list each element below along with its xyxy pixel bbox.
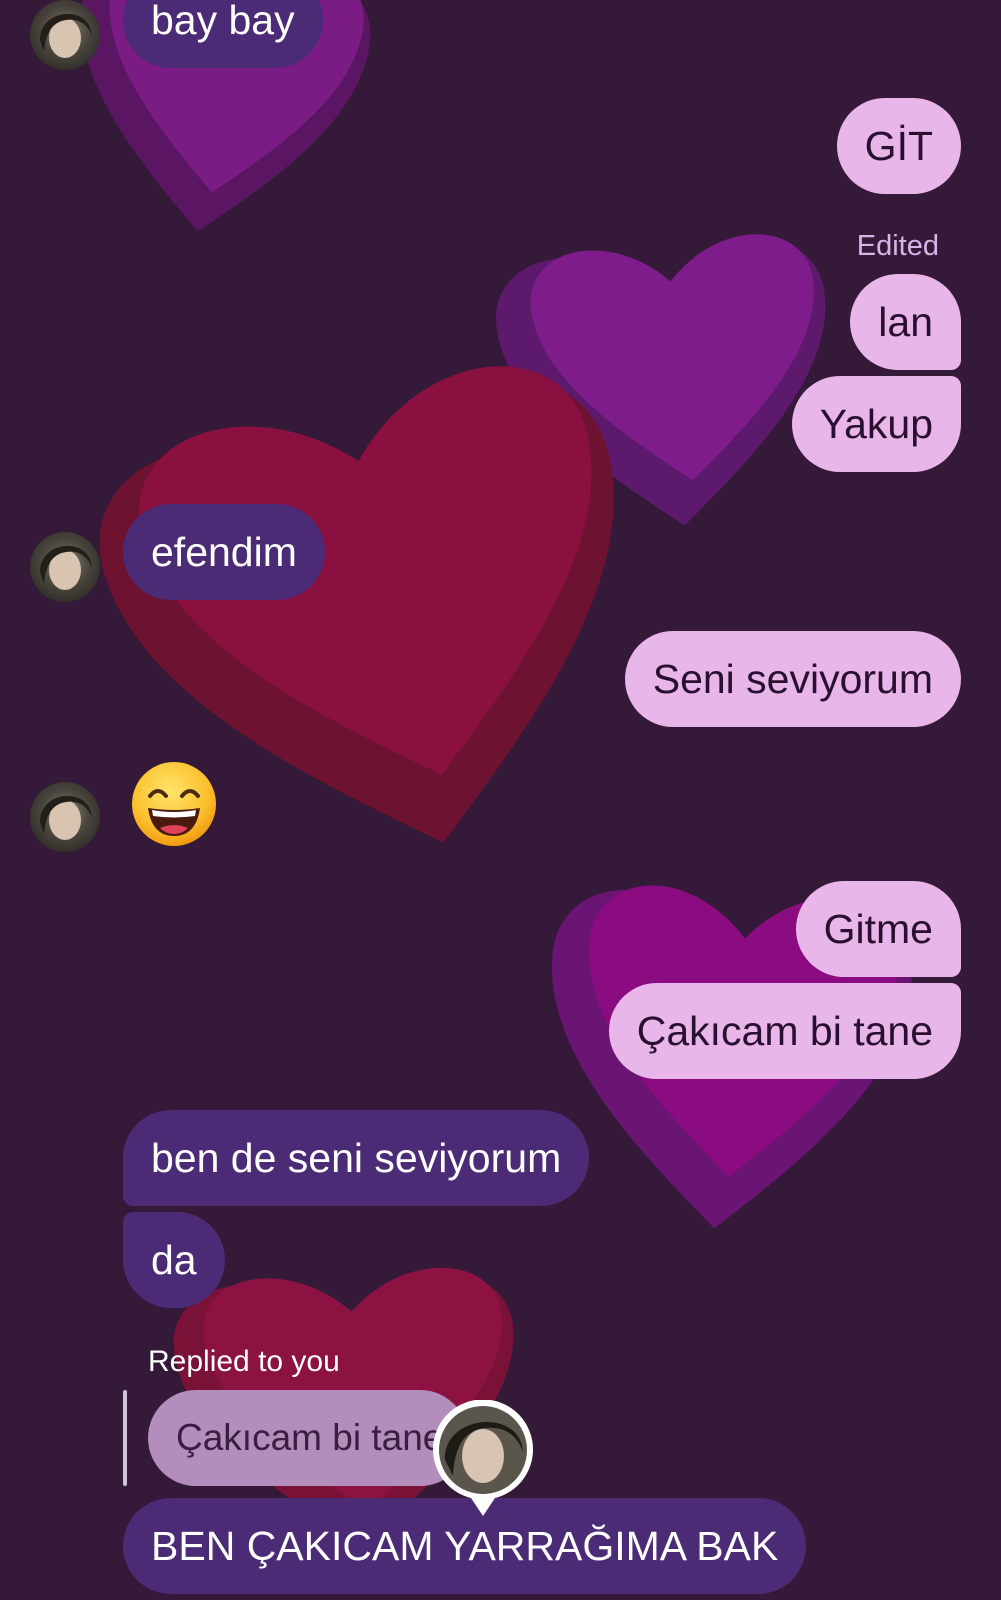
chat-thread[interactable]: bay bay GİT Edited lan Yakup efendim Sen…: [0, 0, 1001, 1600]
message-bubble[interactable]: efendim: [123, 504, 325, 600]
avatar[interactable]: [30, 782, 100, 852]
reaction-avatar[interactable]: [433, 1400, 533, 1518]
avatar[interactable]: [30, 532, 100, 602]
message-bubble[interactable]: lan: [850, 274, 961, 370]
message-bubble[interactable]: GİT: [836, 98, 961, 194]
replied-to-label: Replied to you: [148, 1345, 340, 1378]
message-bubble[interactable]: Seni seviyorum: [624, 631, 961, 727]
quoted-message[interactable]: Çakıcam bi tane: [148, 1390, 468, 1486]
grinning-face-emoji[interactable]: [130, 760, 218, 848]
message-bubble[interactable]: da: [123, 1212, 225, 1308]
message-bubble[interactable]: Yakup: [791, 376, 961, 472]
edited-label: Edited: [856, 230, 939, 262]
message-bubble[interactable]: bay bay: [123, 0, 323, 68]
message-bubble[interactable]: ben de seni seviyorum: [123, 1110, 590, 1206]
message-bubble[interactable]: Gitme: [795, 881, 961, 977]
message-bubble[interactable]: Çakıcam bi tane: [608, 983, 961, 1079]
avatar[interactable]: [30, 0, 100, 70]
reply-indicator-bar: [123, 1390, 127, 1486]
